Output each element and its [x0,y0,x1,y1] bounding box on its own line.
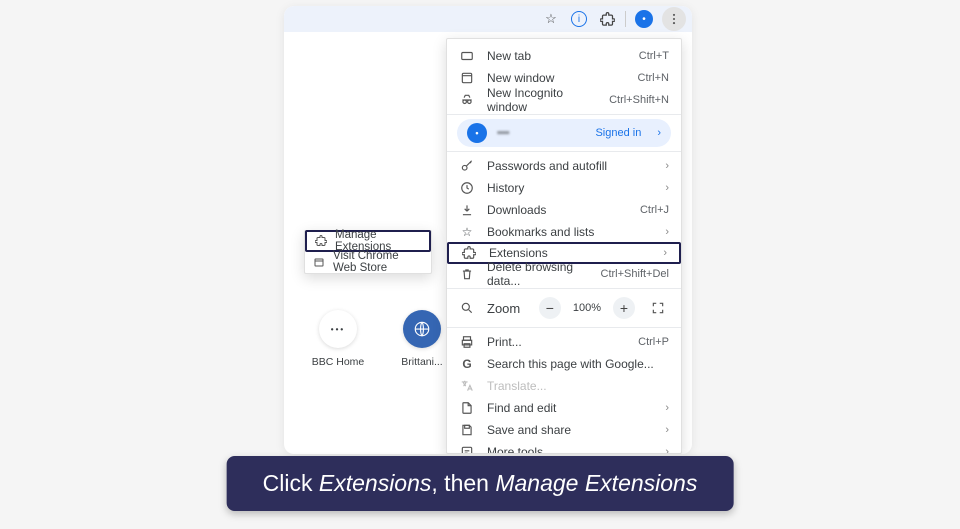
divider [447,114,681,115]
dots-icon: ••• [319,310,357,348]
avatar-icon: • [467,123,487,143]
shortcut-label: Brittani... [401,356,442,368]
menu-print[interactable]: Print... Ctrl+P [447,331,681,353]
puzzle-icon[interactable] [597,9,617,29]
menu-passwords[interactable]: Passwords and autofill › [447,155,681,177]
menu-new-tab[interactable]: New tab Ctrl+T [447,45,681,67]
menu-label: New Incognito window [487,86,597,114]
menu-label: Extensions [489,246,651,260]
caption-em-a: Extensions [319,470,432,496]
menu-shortcut: Ctrl+Shift+N [609,94,669,106]
menu-label: Find and edit [487,401,653,415]
menu-label: Delete browsing data... [487,260,589,288]
caption-text: Click [263,470,319,496]
menu-shortcut: Ctrl+T [639,50,669,62]
bookmark-icon: ☆ [459,225,475,239]
shortcut-label: BBC Home [312,356,365,368]
download-icon [459,203,475,217]
window-icon [459,71,475,85]
menu-bookmarks[interactable]: ☆ Bookmarks and lists › [447,221,681,243]
chevron-right-icon: › [663,247,667,259]
menu-label: Downloads [487,203,628,217]
chevron-right-icon: › [665,182,669,194]
zoom-in-button[interactable]: + [613,297,635,319]
tools-icon [459,445,475,454]
globe-icon [403,310,441,348]
profile-icon[interactable]: • [634,9,654,29]
toolbar-divider [625,11,626,27]
toolbar: ☆ i • [284,6,692,32]
fullscreen-icon[interactable] [647,297,669,319]
zoom-icon [459,301,475,315]
chevron-right-icon: › [657,127,661,139]
caption-em-b: Manage Extensions [495,470,697,496]
menu-label: New window [487,71,626,85]
document-icon [459,401,475,415]
divider [447,288,681,289]
kebab-menu-icon[interactable] [662,7,686,31]
menu-downloads[interactable]: Downloads Ctrl+J [447,199,681,221]
menu-shortcut: Ctrl+N [638,72,669,84]
menu-label: Print... [487,335,626,349]
zoom-label: Zoom [487,301,520,316]
incognito-icon [459,93,475,107]
save-icon [459,423,475,437]
chevron-right-icon: › [665,424,669,436]
caption-bar: Click Extensions, then Manage Extensions [227,456,734,511]
divider [447,327,681,328]
menu-zoom: Zoom − 100% + [447,292,681,324]
chevron-right-icon: › [665,226,669,238]
menu-shortcut: Ctrl+J [640,204,669,216]
shortcut-bbc[interactable]: ••• BBC Home [318,310,358,368]
star-icon[interactable]: ☆ [541,9,561,29]
menu-label: Passwords and autofill [487,159,653,173]
menu-delete-browsing[interactable]: Delete browsing data... Ctrl+Shift+Del [447,263,681,285]
chevron-right-icon: › [665,160,669,172]
divider [447,151,681,152]
google-icon: G [459,357,475,371]
menu-new-incognito[interactable]: New Incognito window Ctrl+Shift+N [447,89,681,111]
menu-shortcut: Ctrl+P [638,336,669,348]
browser-window: ☆ i • ••• BBC Home Brittani... [284,6,692,454]
puzzle-icon [461,246,477,260]
menu-save-share[interactable]: Save and share › [447,419,681,441]
store-icon [313,256,325,268]
menu-label: Save and share [487,423,653,437]
trash-icon [459,267,475,281]
menu-label: History [487,181,653,195]
chevron-right-icon: › [665,402,669,414]
chevron-right-icon: › [665,446,669,454]
menu-label: Search this page with Google... [487,357,669,371]
submenu-label: Visit Chrome Web Store [333,250,423,274]
history-icon [459,181,475,195]
menu-search-page[interactable]: G Search this page with Google... [447,353,681,375]
zoom-out-button[interactable]: − [539,297,561,319]
chrome-menu: New tab Ctrl+T New window Ctrl+N New Inc… [446,38,682,454]
menu-history[interactable]: History › [447,177,681,199]
shortcuts-row: ••• BBC Home Brittani... [318,310,442,368]
zoom-percent: 100% [573,302,601,314]
extensions-submenu: Manage Extensions Visit Chrome Web Store [304,230,432,274]
caption-text: , then [431,470,495,496]
menu-label: More tools [487,445,653,454]
menu-translate[interactable]: Translate... [447,375,681,397]
menu-find-edit[interactable]: Find and edit › [447,397,681,419]
key-icon [459,159,475,173]
menu-more-tools[interactable]: More tools › [447,441,681,454]
shortcut-brittani[interactable]: Brittani... [402,310,442,368]
menu-account-row[interactable]: • •••• Signed in › [457,119,671,147]
submenu-manage-extensions[interactable]: Manage Extensions [305,230,431,252]
puzzle-icon [315,235,327,247]
menu-shortcut: Ctrl+Shift+Del [601,268,669,280]
menu-label: Bookmarks and lists [487,225,653,239]
translate-icon [459,379,475,393]
account-email: •••• [497,128,585,139]
info-icon[interactable]: i [569,9,589,29]
account-status: Signed in [595,127,641,139]
menu-label: Translate... [487,379,669,393]
submenu-visit-store[interactable]: Visit Chrome Web Store [305,251,431,273]
menu-label: New tab [487,49,627,63]
tab-icon [459,49,475,63]
print-icon [459,335,475,349]
